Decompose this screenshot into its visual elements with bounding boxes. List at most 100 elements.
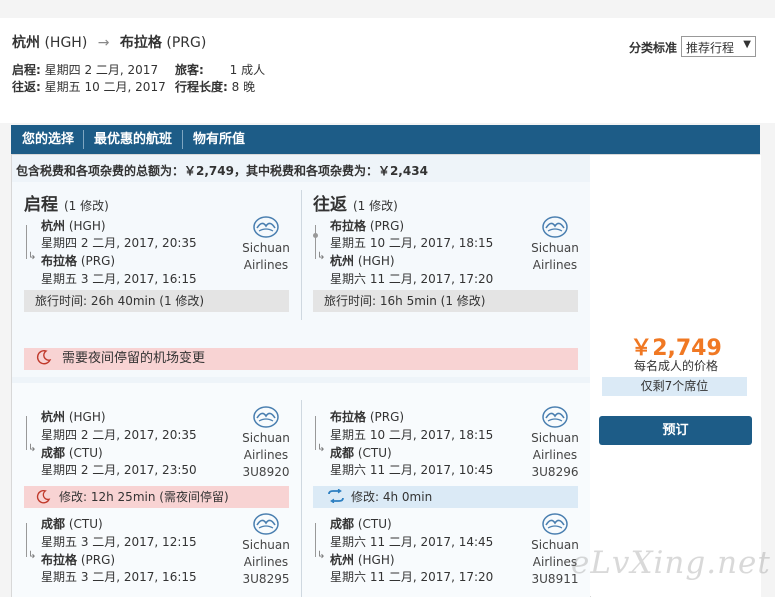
in-seg1-to: 成都 (CTU) xyxy=(330,444,392,461)
dest-code: (PRG) xyxy=(166,35,207,51)
outbound-from-city: 杭州 xyxy=(41,219,66,233)
inbound-to-time: 星期六 11 二月, 2017, 17:20 xyxy=(330,272,494,286)
moon-icon xyxy=(36,489,51,504)
depart-value: 星期四 2 二月, 2017 xyxy=(44,63,159,77)
column-divider xyxy=(301,190,302,320)
outbound-to-time: 星期五 3 二月, 2017, 16:15 xyxy=(41,272,197,286)
outbound-to-city: 布拉格 xyxy=(41,254,78,268)
overnight-warning-text: 需要夜间停留的机场变更 xyxy=(62,351,206,366)
out-seg1-to-city: 成都 xyxy=(41,446,66,460)
price-column: ￥2,749 每名成人的价格 仅剩7个席位 预订 xyxy=(591,155,761,597)
in-seg1-airline-line1: Sichuan xyxy=(531,431,579,445)
outbound-from-code: (HGH) xyxy=(68,219,106,233)
tab-your-choice[interactable]: 您的选择 xyxy=(22,125,74,154)
in-seg1-to-code: (CTU) xyxy=(357,446,392,460)
outbound-to: 布拉格 (PRG) xyxy=(41,252,115,269)
out-seg1-to-time: 星期四 2 二月, 2017, 23:50 xyxy=(41,463,197,477)
inbound-to-code: (HGH) xyxy=(357,254,395,268)
depart-label: 启程: xyxy=(12,63,41,77)
result-card: 包含税费和各项杂费的总额为：￥2,749，其中税费和各项杂费为：￥2,434 启… xyxy=(11,154,761,597)
connector-line xyxy=(26,523,27,557)
inbound-duration-value: 16h 5min (1 修改) xyxy=(379,294,486,308)
in-seg1-from-city: 布拉格 xyxy=(330,410,367,424)
inbound-duration-bar: 旅行时间: 16h 5min (1 修改) xyxy=(313,290,578,312)
out-seg2-from: 成都 (CTU) xyxy=(41,515,103,532)
out-seg2-from-time: 星期五 3 二月, 2017, 12:15 xyxy=(41,535,197,549)
out-layover-text: 修改: 12h 25min (需夜间停留) xyxy=(59,490,229,504)
inbound-from-time: 星期五 10 二月, 2017, 18:15 xyxy=(330,236,494,250)
in-seg2-from: 成都 (CTU) xyxy=(330,515,392,532)
out-seg2-from-city: 成都 xyxy=(41,517,66,531)
in-seg1-from-code: (PRG) xyxy=(369,410,405,424)
sichuan-airlines-logo-icon xyxy=(253,513,279,535)
out-seg2-airline-line2: Airlines xyxy=(243,555,289,569)
out-seg1-airline-line2: Airlines xyxy=(243,448,289,462)
detail-card: ↳ 杭州 (HGH) 星期四 2 二月, 2017, 20:35 成都 (CTU… xyxy=(12,383,590,597)
tab-divider xyxy=(83,130,84,149)
outbound-title-text: 启程 xyxy=(24,195,58,215)
out-seg2-from-code: (CTU) xyxy=(68,517,103,531)
price-per-adult: 每名成人的价格 xyxy=(633,359,718,373)
sichuan-airlines-logo-icon xyxy=(542,216,568,238)
tab-cheapest[interactable]: 最优惠的航班 xyxy=(94,125,172,154)
in-seg2-from-code: (CTU) xyxy=(357,517,392,531)
inbound-duration-label: 旅行时间: xyxy=(324,294,377,308)
outbound-duration-value: 26h 40min (1 修改) xyxy=(90,294,205,308)
connector-arrow-icon: ↳ xyxy=(28,550,37,561)
travelers-label: 旅客: xyxy=(175,63,204,77)
column-divider xyxy=(301,400,302,597)
seats-left-badge: 仅剩7个席位 xyxy=(602,377,747,396)
sichuan-airlines-logo-icon xyxy=(542,513,568,535)
connector-line xyxy=(315,416,316,450)
connector-line xyxy=(26,416,27,450)
results-tabs: 您的选择 最优惠的航班 物有所值 xyxy=(11,125,760,154)
in-seg2-from-time: 星期六 11 二月, 2017, 14:45 xyxy=(330,535,494,549)
travelers-value: 1 成人 xyxy=(229,63,266,77)
inbound-from-city: 布拉格 xyxy=(330,219,367,233)
out-seg1-from-code: (HGH) xyxy=(68,410,106,424)
caret-down-icon: ▼ xyxy=(743,39,751,50)
book-button[interactable]: 预订 xyxy=(599,416,752,445)
out-seg2-to-code: (PRG) xyxy=(80,553,116,567)
inbound-from: 布拉格 (PRG) xyxy=(330,217,404,234)
in-layover-text: 修改: 4h 0min xyxy=(351,490,433,504)
out-seg1-to-code: (CTU) xyxy=(68,446,103,460)
out-seg2-airline: Sichuan Airlines 3U8295 xyxy=(236,513,296,588)
connector-arrow-icon: ↳ xyxy=(317,443,326,454)
sort-label: 分类标准 xyxy=(629,41,678,55)
in-seg1-from-time: 星期五 10 二月, 2017, 18:15 xyxy=(330,428,494,442)
transfer-icon xyxy=(328,489,344,503)
watermark: eLvXing.net xyxy=(571,545,771,581)
out-seg1-flight-number: 3U8920 xyxy=(242,465,290,479)
dest-city: 布拉格 xyxy=(119,35,162,51)
outbound-from: 杭州 (HGH) xyxy=(41,217,106,234)
in-seg1-airline: Sichuan Airlines 3U8296 xyxy=(525,406,585,481)
tab-best-value[interactable]: 物有所值 xyxy=(193,125,245,154)
sort-select[interactable]: 推荐行程 ▼ xyxy=(681,36,756,57)
outbound-airline: Sichuan Airlines xyxy=(236,216,296,274)
outbound-airline-line1: Sichuan xyxy=(242,241,290,255)
in-seg1-to-time: 星期六 11 二月, 2017, 10:45 xyxy=(330,463,494,477)
outbound-title: 启程 (1 修改) xyxy=(24,190,109,215)
connector-line xyxy=(26,225,27,259)
out-seg1-airline-line1: Sichuan xyxy=(242,431,290,445)
outbound-from-time: 星期四 2 二月, 2017, 20:35 xyxy=(41,236,197,250)
summary-card[interactable]: 启程 (1 修改) ↳ 杭州 (HGH) 星期四 2 二月, 2017, 20:3… xyxy=(12,182,590,377)
connector-arrow-icon: ↳ xyxy=(317,251,326,262)
itinerary-column: 包含税费和各项杂费的总额为：￥2,749，其中税费和各项杂费为：￥2,434 启… xyxy=(12,155,590,597)
out-seg2-flight-number: 3U8295 xyxy=(242,572,290,586)
inbound-title-text: 往返 xyxy=(313,195,347,215)
inbound-to-city: 杭州 xyxy=(330,254,355,268)
connector-line xyxy=(315,523,316,557)
outbound-to-code: (PRG) xyxy=(80,254,116,268)
connector-arrow-icon: ↳ xyxy=(317,550,326,561)
route-title: 杭州 (HGH) → 布拉格 (PRG) xyxy=(12,32,206,52)
length-label: 行程长度: xyxy=(175,80,228,94)
outbound-airline-line2: Airlines xyxy=(243,258,289,272)
out-seg2-to-city: 布拉格 xyxy=(41,553,78,567)
out-seg2-airline-line1: Sichuan xyxy=(242,538,290,552)
out-seg1-from-time: 星期四 2 二月, 2017, 20:35 xyxy=(41,428,197,442)
inbound-airline-line1: Sichuan xyxy=(531,241,579,255)
inbound-airline: Sichuan Airlines xyxy=(525,216,585,274)
in-seg2-from-city: 成都 xyxy=(330,517,355,531)
